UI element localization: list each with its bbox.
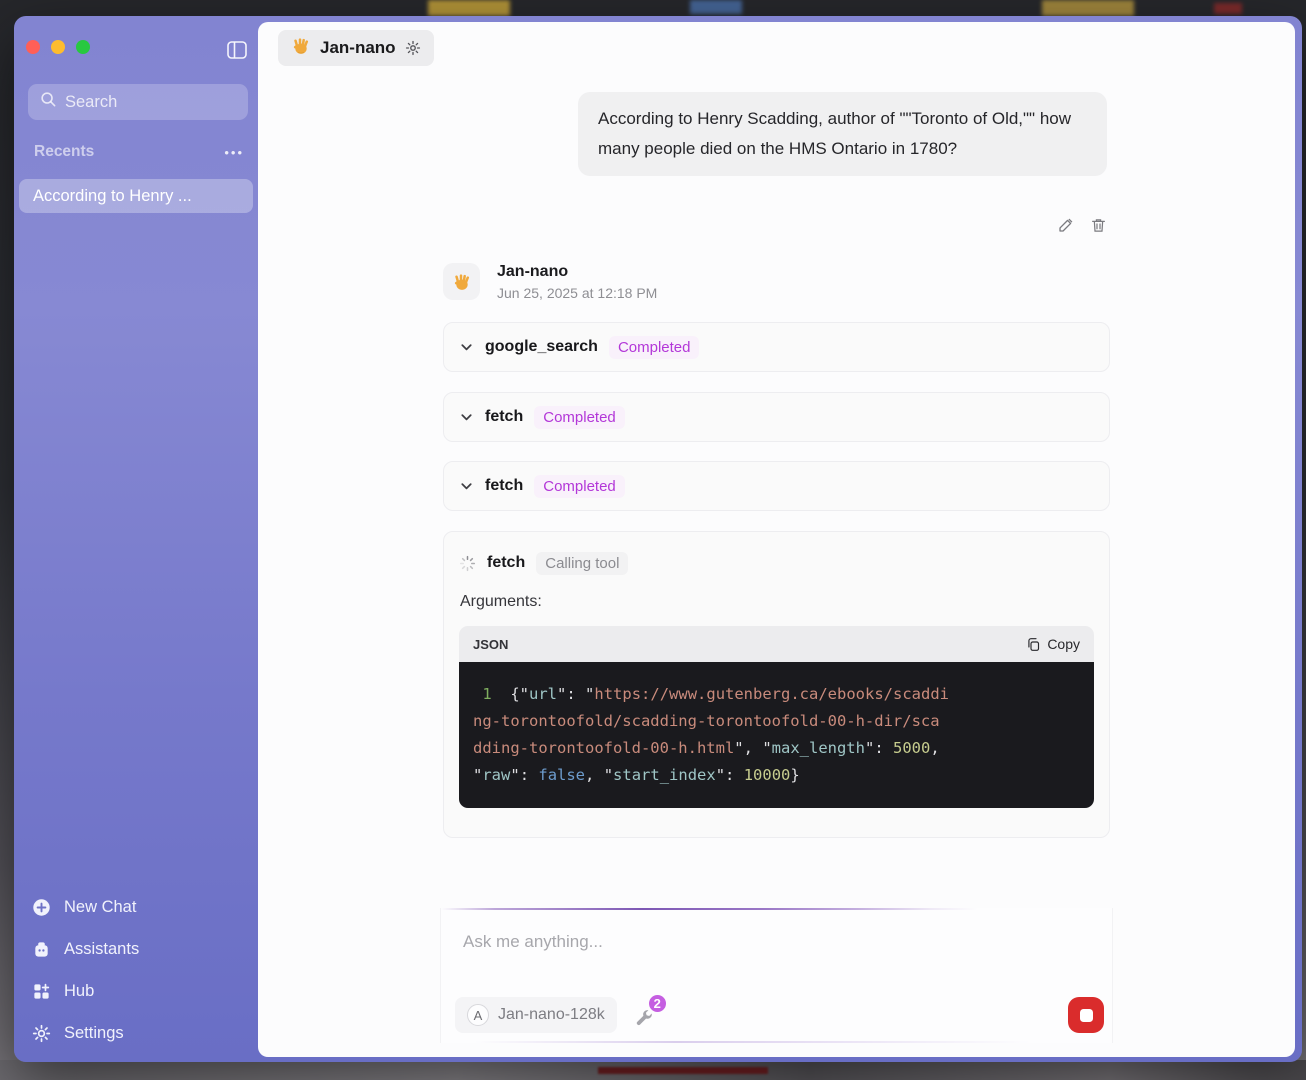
chat-input[interactable]: Ask me anything...	[463, 932, 603, 952]
code-block: JSON Copy 1 {"url": "https://www.gutenbe…	[459, 626, 1094, 808]
nav-label: Assistants	[64, 940, 139, 959]
chevron-down-icon[interactable]	[459, 340, 474, 355]
tool-call-card[interactable]: fetch Completed	[443, 461, 1110, 511]
edit-pencil-icon[interactable]	[1056, 216, 1074, 234]
sidebar-item-assistants[interactable]: Assistants	[14, 932, 258, 966]
recent-chat-label: According to Henry ...	[33, 187, 192, 206]
tool-name: fetch	[485, 408, 523, 426]
user-message-bubble: According to Henry Scadding, author of "…	[578, 92, 1107, 176]
user-message-text: According to Henry Scadding, author of "…	[598, 109, 1071, 158]
search-placeholder: Search	[65, 93, 117, 112]
stop-square-icon	[1080, 1009, 1093, 1022]
gear-icon	[32, 1024, 51, 1043]
nav-label: Hub	[64, 982, 94, 1001]
plus-circle-icon	[32, 898, 51, 917]
model-avatar: A	[467, 1004, 489, 1026]
spinner-icon	[459, 555, 476, 572]
assistant-robot-icon	[32, 940, 51, 959]
stop-button[interactable]	[1068, 997, 1104, 1033]
copy-label: Copy	[1047, 636, 1080, 652]
tool-name: fetch	[485, 477, 523, 495]
sidebar: Search Recents ••• According to Henry ..…	[14, 16, 258, 1062]
sidebar-item-hub[interactable]: Hub	[14, 974, 258, 1008]
hub-blocks-icon	[32, 982, 51, 1001]
sidebar-item-new-chat[interactable]: New Chat	[14, 890, 258, 924]
model-name: Jan-nano-128k	[498, 1006, 605, 1024]
code-content[interactable]: 1 {"url": "https://www.gutenberg.ca/eboo…	[459, 662, 1094, 808]
arguments-label: Arguments:	[460, 593, 1093, 611]
wave-emoji-icon	[291, 36, 311, 61]
wallpaper-blob	[1214, 3, 1242, 14]
chevron-down-icon[interactable]	[459, 410, 474, 425]
tool-status-badge: Calling tool	[536, 552, 628, 575]
recents-menu-icon[interactable]: •••	[224, 145, 244, 160]
search-input[interactable]: Search	[28, 84, 248, 120]
message-timestamp: Jun 25, 2025 at 12:18 PM	[497, 285, 657, 301]
tool-status-badge: Completed	[609, 336, 700, 359]
copy-button[interactable]: Copy	[1026, 636, 1080, 652]
assistant-name: Jan-nano	[497, 263, 657, 281]
nav-label: New Chat	[64, 898, 136, 917]
wallpaper-blob	[428, 0, 510, 16]
composer-toolbar: A Jan-nano-128k 2	[455, 997, 1104, 1033]
wallpaper-blob	[690, 0, 742, 14]
code-language-label: JSON	[473, 637, 508, 652]
minimize-button[interactable]	[51, 40, 65, 54]
zoom-button[interactable]	[76, 40, 90, 54]
composer-top-gradient	[441, 908, 1112, 910]
close-button[interactable]	[26, 40, 40, 54]
tool-name: google_search	[485, 338, 598, 356]
assistant-message-header: Jan-nano Jun 25, 2025 at 12:18 PM	[443, 263, 657, 301]
tool-name: fetch	[487, 554, 525, 572]
tool-call-card[interactable]: fetch Completed	[443, 392, 1110, 442]
app-window: Search Recents ••• According to Henry ..…	[14, 16, 1302, 1062]
wallpaper-blob	[1042, 0, 1134, 16]
chat-panel: Jan-nano According to Henry Scadding, au…	[258, 22, 1295, 1057]
tool-call-card-active: fetch Calling tool Arguments: JSON Copy …	[443, 531, 1110, 838]
sidebar-item-settings[interactable]: Settings	[14, 1016, 258, 1050]
nav-label: Settings	[64, 1024, 124, 1043]
thread-settings-gear-icon[interactable]	[405, 40, 421, 56]
tool-status-badge: Completed	[534, 475, 625, 498]
sidebar-toggle-icon[interactable]	[226, 39, 248, 61]
tools-count-badge: 2	[647, 993, 668, 1014]
composer: Ask me anything... A Jan-nano-128k 2	[440, 908, 1113, 1043]
thread-title: Jan-nano	[320, 38, 396, 58]
tools-button[interactable]: 2	[633, 1003, 655, 1027]
search-icon	[40, 91, 57, 113]
thread-header[interactable]: Jan-nano	[278, 30, 434, 66]
delete-trash-icon[interactable]	[1089, 216, 1107, 234]
assistant-avatar	[443, 263, 480, 300]
code-block-header: JSON Copy	[459, 626, 1094, 662]
tool-call-card[interactable]: google_search Completed	[443, 322, 1110, 372]
window-controls	[26, 40, 90, 54]
model-selector[interactable]: A Jan-nano-128k	[455, 997, 617, 1033]
composer-bottom-gradient	[441, 1041, 1112, 1043]
tool-status-badge: Completed	[534, 406, 625, 429]
recents-header: Recents •••	[34, 143, 244, 161]
chevron-down-icon[interactable]	[459, 479, 474, 494]
recents-label: Recents	[34, 143, 94, 161]
sidebar-item-recent-chat[interactable]: According to Henry ...	[19, 179, 253, 213]
wallpaper-blob	[598, 1067, 768, 1074]
message-actions	[1056, 216, 1107, 234]
